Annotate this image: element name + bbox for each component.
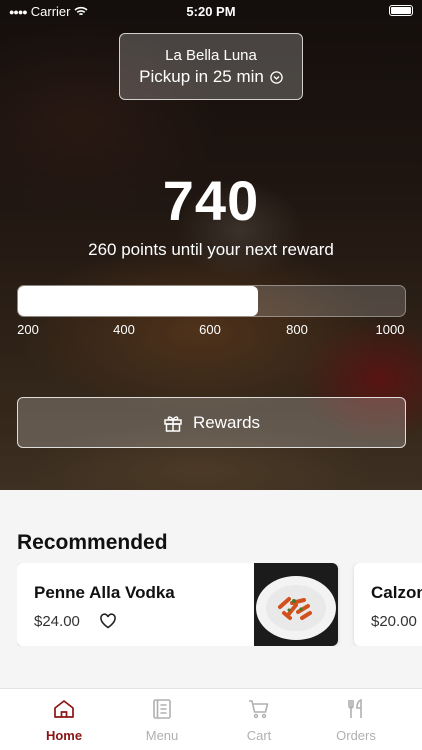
tab-label: Menu: [145, 728, 179, 743]
rewards-progress-bar: [17, 285, 406, 317]
recommended-carousel[interactable]: Penne Alla Vodka $24.00 Calzone $20.00: [17, 563, 422, 646]
recommended-title: Recommended: [17, 531, 168, 554]
progress-ticks: 200 400 600 800 1000: [17, 322, 406, 338]
tab-home[interactable]: Home: [19, 689, 109, 750]
tab-label: Orders: [336, 728, 376, 743]
chevron-down-icon: [270, 70, 283, 84]
progress-fill: [18, 286, 258, 316]
orders-icon: [348, 699, 362, 718]
points-balance: 740: [162, 169, 260, 232]
pickup-label: Pickup in 25 min: [139, 67, 264, 86]
status-bar: ●●●● Carrier 5:20 PM: [0, 0, 422, 22]
tab-bar: Home Menu Cart Orders: [0, 688, 422, 750]
cart-icon: [249, 700, 269, 719]
tab-label: Cart: [246, 728, 272, 743]
tick-label: 800: [286, 322, 308, 337]
tick-label: 600: [199, 322, 221, 337]
location-selector[interactable]: La Bella Luna Pickup in 25 min: [119, 33, 303, 100]
item-price: $20.00: [371, 613, 417, 630]
recommended-card[interactable]: Penne Alla Vodka $24.00: [17, 563, 338, 646]
tick-label: 400: [113, 322, 135, 337]
rewards-button[interactable]: Rewards: [17, 397, 406, 448]
tick-label: 1000: [375, 322, 405, 337]
points-until-reward: 260 points until your next reward: [88, 240, 334, 259]
menu-icon: [153, 699, 171, 719]
pickup-time: Pickup in 25 min: [139, 67, 283, 87]
item-name: Penne Alla Vodka: [34, 583, 175, 602]
rewards-button-label: Rewards: [192, 412, 261, 432]
status-time: 5:20 PM: [186, 4, 236, 19]
gift-icon: [164, 415, 182, 432]
recommended-card[interactable]: Calzone $20.00: [354, 563, 422, 646]
tick-label: 200: [17, 322, 39, 337]
home-icon: [54, 700, 74, 718]
battery-icon: [389, 5, 413, 16]
tab-menu[interactable]: Menu: [117, 689, 207, 750]
heart-icon[interactable]: [99, 612, 117, 630]
restaurant-name: La Bella Luna: [165, 47, 257, 64]
tab-label: Home: [45, 728, 83, 743]
tab-orders[interactable]: Orders: [311, 689, 401, 750]
tab-cart[interactable]: Cart: [214, 689, 304, 750]
hero-banner: ●●●● Carrier 5:20 PM La Bella Luna Picku…: [0, 0, 422, 490]
item-name: Calzone: [371, 583, 422, 602]
item-photo: [254, 563, 338, 646]
item-price: $24.00: [34, 613, 80, 630]
